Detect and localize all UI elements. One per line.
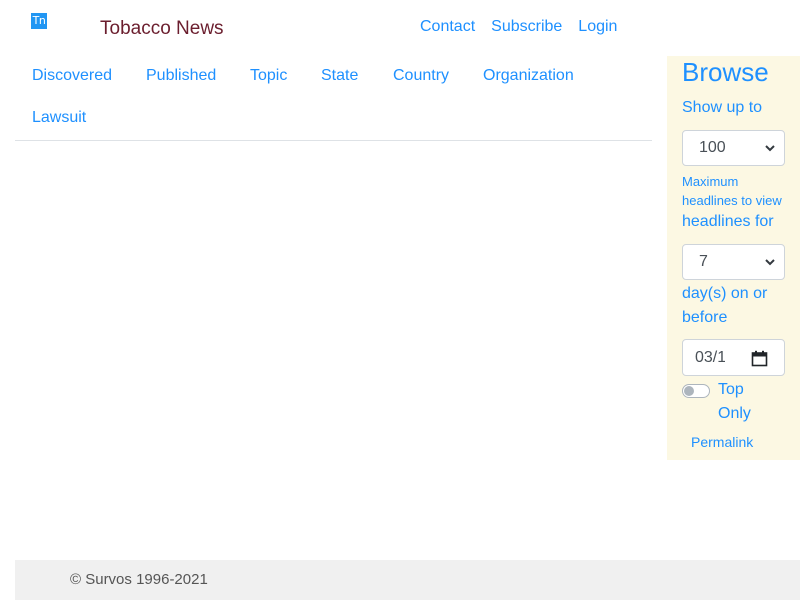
toggle-knob: [684, 386, 694, 396]
nav-item-lawsuit[interactable]: Lawsuit: [32, 108, 86, 128]
footer: © Survos 1996-2021: [15, 560, 800, 600]
browse-sidebar: Browse Show up to 100 Maximum headlines …: [667, 56, 800, 460]
nav-item-published[interactable]: Published: [146, 66, 216, 86]
nav-item-organization[interactable]: Organization: [483, 66, 574, 86]
login-link[interactable]: Login: [578, 18, 617, 36]
chevron-down-icon: [765, 145, 775, 152]
calendar-icon[interactable]: [751, 350, 768, 367]
logo-icon[interactable]: Tn: [31, 13, 47, 29]
permalink-link[interactable]: Permalink: [691, 434, 753, 450]
days-on-or-before-label: day(s) on or before: [682, 285, 768, 326]
browse-nav: Discovered Published Topic State Country…: [15, 56, 652, 141]
date-value: 03/1: [695, 349, 725, 366]
top-only-label[interactable]: Top Only: [718, 378, 778, 426]
days-select[interactable]: 7: [682, 244, 785, 280]
copyright-text: © Survos 1996-2021: [70, 571, 208, 588]
max-headlines-value: 100: [699, 139, 726, 156]
site-brand-link[interactable]: Tobacco News: [100, 18, 224, 40]
nav-item-country[interactable]: Country: [393, 66, 449, 86]
show-up-to-label: Show up to: [682, 99, 763, 116]
nav-item-discovered[interactable]: Discovered: [32, 66, 112, 86]
top-nav: Contact Subscribe Login: [420, 18, 617, 36]
sidebar-title: Browse: [682, 57, 769, 87]
max-headlines-select[interactable]: 100: [682, 130, 785, 166]
days-value: 7: [699, 253, 708, 270]
nav-item-topic[interactable]: Topic: [250, 66, 287, 86]
contact-link[interactable]: Contact: [420, 18, 475, 36]
top-only-toggle[interactable]: [682, 384, 710, 398]
headlines-for-label: headlines for: [682, 213, 774, 230]
nav-item-state[interactable]: State: [321, 66, 358, 86]
date-input[interactable]: 03/1: [682, 339, 785, 376]
subscribe-link[interactable]: Subscribe: [491, 18, 562, 36]
max-headlines-help: Maximum headlines to view: [682, 174, 782, 208]
chevron-down-icon: [765, 259, 775, 266]
